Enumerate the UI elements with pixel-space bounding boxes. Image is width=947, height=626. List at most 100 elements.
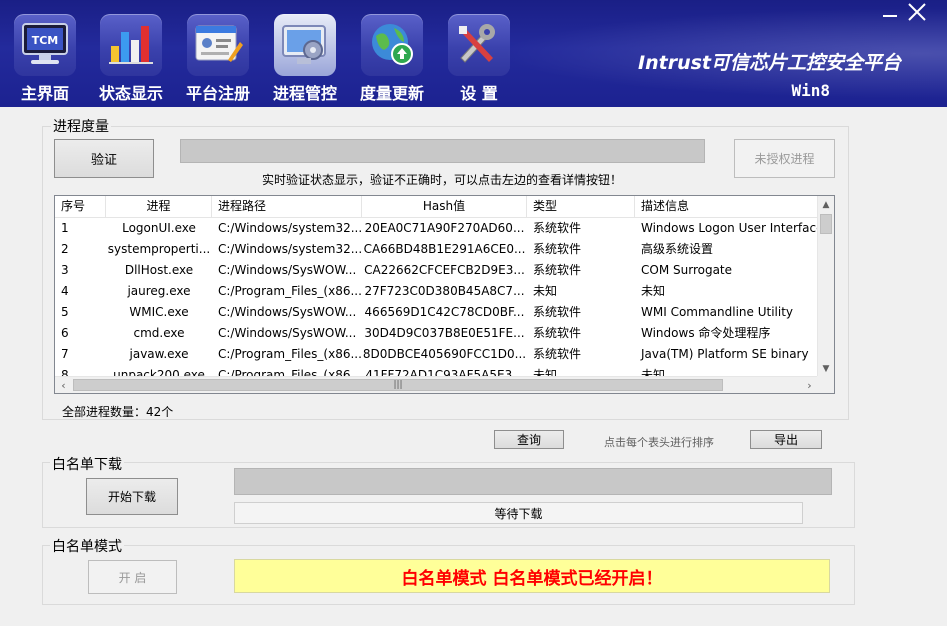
cell-type: 未知 bbox=[533, 284, 558, 298]
cell-description: Windows Logon User Interface bbox=[641, 221, 819, 235]
export-button[interactable]: 导出 bbox=[750, 430, 822, 449]
table-row[interactable]: 6 cmd.exe C:/Windows/SysWOW... 30D4D9C03… bbox=[55, 323, 819, 344]
cell-index: 1 bbox=[61, 221, 69, 235]
table-body: 1 LogonUI.exe C:/Windows/system32... 20E… bbox=[55, 218, 819, 377]
cell-index: 7 bbox=[61, 347, 69, 361]
table-row[interactable]: 1 LogonUI.exe C:/Windows/system32... 20E… bbox=[55, 218, 819, 239]
close-icon bbox=[908, 3, 926, 21]
cell-description: WMI Commandline Utility bbox=[641, 305, 794, 319]
cell-process: systemproperti... bbox=[107, 242, 211, 256]
download-status: 等待下载 bbox=[234, 502, 803, 524]
column-header-description[interactable]: 描述信息 bbox=[635, 196, 819, 218]
sort-hint: 点击每个表头进行排序 bbox=[604, 436, 714, 449]
whitelist-mode-title: 白名单模式 bbox=[50, 536, 124, 556]
start-download-button[interactable]: 开始下载 bbox=[86, 478, 178, 515]
nav-update[interactable]: 度量更新 bbox=[354, 14, 430, 104]
cell-hash: CA66BD48B1E291A6CE0... bbox=[363, 242, 526, 256]
horizontal-scroll-thumb[interactable]: ||| bbox=[73, 379, 723, 391]
cell-index: 2 bbox=[61, 242, 69, 256]
process-measure-title: 进程度量 bbox=[51, 116, 111, 136]
cell-type: 系统软件 bbox=[533, 263, 582, 277]
cell-process: DllHost.exe bbox=[124, 263, 194, 277]
cell-index: 6 bbox=[61, 326, 69, 340]
nav-label: 度量更新 bbox=[359, 84, 424, 103]
cell-description: 未知 bbox=[641, 284, 666, 298]
brand-title: Intrust可信芯片工控安全平台 bbox=[638, 52, 901, 74]
scroll-left-icon[interactable]: ‹ bbox=[55, 377, 72, 393]
brand-subtitle: Win8 bbox=[791, 81, 830, 100]
scroll-right-icon[interactable]: › bbox=[801, 377, 818, 393]
cell-process: LogonUI.exe bbox=[122, 221, 196, 235]
cell-hash: 27F723C0D380B45A8C7... bbox=[364, 284, 525, 298]
cell-path: C:/Windows/system32... bbox=[218, 242, 362, 256]
cell-type: 系统软件 bbox=[533, 305, 582, 319]
column-header-type[interactable]: 类型 bbox=[527, 196, 635, 218]
column-header-hash[interactable]: Hash值 bbox=[362, 196, 527, 218]
tcm-badge: TCM bbox=[32, 34, 59, 47]
table-row[interactable]: 3 DllHost.exe C:/Windows/SysWOW... CA226… bbox=[55, 260, 819, 281]
cell-hash: CA22662CFCEFCB2D9E3... bbox=[364, 263, 525, 277]
tools-icon bbox=[459, 24, 495, 63]
cell-path: C:/Program_Files_(x86... bbox=[218, 347, 362, 361]
vertical-scrollbar[interactable]: ▲ ▼ bbox=[817, 196, 834, 377]
nav-settings[interactable]: 设 置 bbox=[441, 14, 517, 104]
nav-status[interactable]: 状态显示 bbox=[93, 14, 169, 104]
query-button[interactable]: 查询 bbox=[494, 430, 564, 449]
column-header-index[interactable]: 序号 bbox=[55, 196, 106, 218]
vertical-scroll-thumb[interactable] bbox=[820, 214, 832, 234]
globe-update-icon bbox=[372, 24, 413, 65]
table-row[interactable]: 2 systemproperti... C:/Windows/system32.… bbox=[55, 239, 819, 260]
verify-hint: 实时验证状态显示，验证不正确时，可以点击左边的查看详情按钮！ bbox=[262, 173, 623, 187]
nav-label: 平台注册 bbox=[185, 84, 250, 103]
cell-path: C:/Windows/system32... bbox=[218, 221, 362, 235]
cell-path: C:/Windows/SysWOW... bbox=[218, 263, 357, 277]
cell-process: cmd.exe bbox=[133, 326, 185, 340]
cell-hash: 8D0DBCE405690FCC1D0... bbox=[362, 347, 527, 361]
whitelist-download-title: 白名单下载 bbox=[50, 454, 124, 474]
enable-whitelist-button[interactable]: 开 启 bbox=[88, 560, 177, 594]
close-button[interactable] bbox=[906, 2, 928, 22]
cell-hash: 30D4D9C037B8E0E51FE... bbox=[364, 326, 525, 340]
table-row[interactable]: 5 WMIC.exe C:/Windows/SysWOW... 466569D1… bbox=[55, 302, 819, 323]
process-monitor-icon bbox=[282, 25, 326, 64]
table-header: 序号 进程 进程路径 Hash值 类型 描述信息 bbox=[55, 196, 819, 218]
cell-path: C:/Windows/SysWOW... bbox=[218, 305, 357, 319]
whitelist-mode-banner: 白名单模式 白名单模式已经开启！ bbox=[234, 559, 830, 593]
cell-hash: 466569D1C42C78CD0BF... bbox=[364, 305, 525, 319]
cell-description: COM Surrogate bbox=[641, 263, 733, 277]
cell-index: 3 bbox=[61, 263, 69, 277]
nav-label: 状态显示 bbox=[98, 84, 163, 103]
unauthorized-process-button[interactable]: 未授权进程 bbox=[734, 139, 835, 178]
cell-hash: 20EA0C71A90F270AD60... bbox=[364, 221, 525, 235]
cell-description: Java(TM) Platform SE binary bbox=[641, 347, 809, 361]
table-row[interactable]: 7 javaw.exe C:/Program_Files_(x86... 8D0… bbox=[55, 344, 819, 365]
nav-label: 主界面 bbox=[20, 84, 69, 103]
nav-label: 进程管控 bbox=[272, 84, 337, 103]
process-table[interactable]: 序号 进程 进程路径 Hash值 类型 描述信息 1 LogonUI.exe C… bbox=[54, 195, 835, 394]
nav-label: 设 置 bbox=[460, 84, 498, 103]
app-header: TCM 主界面 状态显示 平台注册 进程管控 度量更新 设 置 Intrust可… bbox=[0, 0, 947, 107]
cell-description: Windows 命令处理程序 bbox=[641, 326, 771, 340]
nav-register[interactable]: 平台注册 bbox=[180, 14, 256, 104]
cell-path: C:/Program_Files_(x86... bbox=[218, 284, 362, 298]
cell-process: jaureg.exe bbox=[127, 284, 191, 298]
total-process-count: 全部进程数量：42个 bbox=[62, 405, 174, 419]
cell-process: javaw.exe bbox=[129, 347, 189, 361]
cell-type: 系统软件 bbox=[533, 242, 582, 256]
register-card-icon bbox=[195, 25, 243, 62]
table-row[interactable]: 4 jaureg.exe C:/Program_Files_(x86... 27… bbox=[55, 281, 819, 302]
cell-index: 4 bbox=[61, 284, 69, 298]
minimize-button[interactable] bbox=[880, 4, 900, 20]
column-header-process[interactable]: 进程 bbox=[106, 196, 212, 218]
scroll-down-icon[interactable]: ▼ bbox=[818, 360, 834, 377]
download-progress-bar bbox=[234, 468, 832, 495]
verify-progress-bar bbox=[180, 139, 705, 163]
horizontal-scrollbar[interactable]: ‹ ||| › bbox=[55, 376, 819, 393]
nav-home[interactable]: TCM 主界面 bbox=[7, 14, 83, 104]
bar-chart-icon bbox=[109, 26, 153, 64]
column-header-path[interactable]: 进程路径 bbox=[212, 196, 362, 218]
verify-button[interactable]: 验证 bbox=[54, 139, 154, 178]
nav-process[interactable]: 进程管控 bbox=[267, 14, 343, 104]
monitor-tcm-icon: TCM bbox=[22, 23, 68, 64]
scroll-up-icon[interactable]: ▲ bbox=[818, 196, 834, 213]
